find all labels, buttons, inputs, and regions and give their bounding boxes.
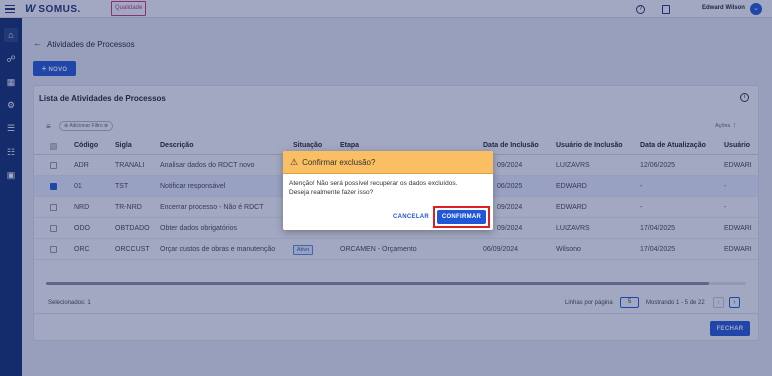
warning-icon: ⚠: [290, 156, 299, 167]
confirm-delete-dialog: ⚠ Confirmar exclusão? Atenção! Não será …: [283, 151, 493, 230]
cancel-button[interactable]: CANCELAR: [393, 214, 429, 220]
dialog-header: ⚠ Confirmar exclusão?: [283, 151, 493, 174]
dialog-message-line2: Deseja realmente fazer isso?: [289, 189, 374, 196]
confirm-button[interactable]: CONFIRMAR: [437, 210, 486, 224]
dialog-message-line1: Atenção! Não será possível recuperar os …: [289, 180, 458, 187]
confirm-highlight: CONFIRMAR: [433, 206, 490, 228]
dialog-title: Confirmar exclusão?: [302, 157, 376, 167]
